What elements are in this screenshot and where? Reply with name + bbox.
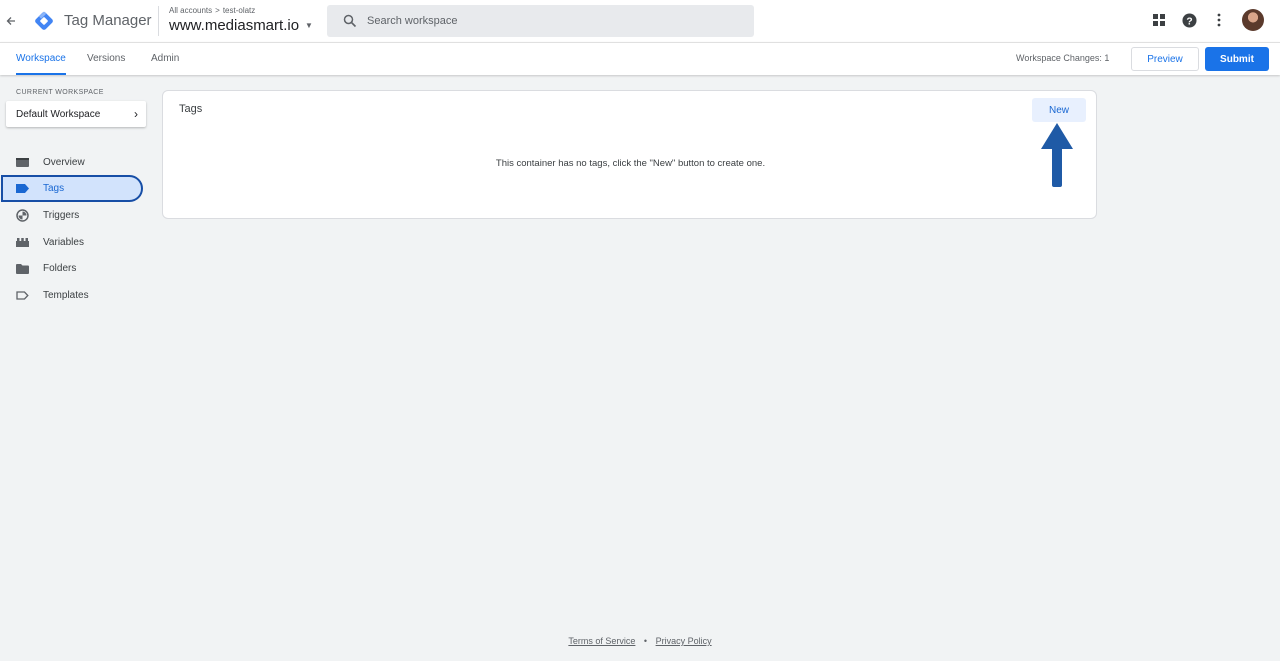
breadcrumb[interactable]: All accounts > test-olatz	[169, 6, 255, 15]
workspace-selector[interactable]: Default Workspace ›	[6, 101, 146, 127]
app-name: Tag Manager	[64, 12, 152, 29]
sidebar-item-label: Variables	[43, 237, 84, 248]
search-input[interactable]	[367, 15, 727, 27]
svg-text:?: ?	[1186, 16, 1192, 27]
annotation-arrow-icon	[1041, 123, 1073, 187]
search-icon	[343, 14, 357, 28]
workspace-changes[interactable]: Workspace Changes: 1	[1016, 53, 1109, 63]
help-icon[interactable]: ?	[1180, 9, 1198, 31]
sidebar-item-overview[interactable]: Overview	[0, 149, 143, 176]
breadcrumb-account[interactable]: test-olatz	[223, 6, 255, 15]
breadcrumb-accounts[interactable]: All accounts	[169, 6, 212, 15]
sidebar-item-templates[interactable]: Templates	[0, 282, 143, 309]
footer: Terms of Service • Privacy Policy	[0, 636, 1280, 646]
more-vert-icon[interactable]	[1210, 9, 1228, 31]
preview-button[interactable]: Preview	[1131, 47, 1199, 71]
tab-versions[interactable]: Versions	[87, 43, 125, 75]
caret-down-icon: ▼	[305, 21, 313, 30]
card-title: Tags	[179, 103, 203, 115]
tab-workspace[interactable]: Workspace	[16, 43, 66, 75]
current-workspace-label: CURRENT WORKSPACE	[16, 89, 104, 96]
sidebar-item-label: Templates	[43, 290, 89, 301]
privacy-policy-link[interactable]: Privacy Policy	[656, 636, 712, 646]
apps-icon[interactable]	[1150, 9, 1168, 31]
template-icon	[16, 289, 29, 302]
footer-separator: •	[643, 636, 648, 646]
tab-admin[interactable]: Admin	[151, 43, 179, 75]
arrow-back-icon[interactable]	[4, 12, 18, 30]
breadcrumb-separator: >	[215, 6, 220, 15]
sidebar-item-folders[interactable]: Folders	[0, 255, 143, 282]
new-tag-button[interactable]: New	[1032, 98, 1086, 122]
sidebar-item-label: Overview	[43, 157, 85, 168]
top-bar: Tag Manager All accounts > test-olatz ww…	[0, 0, 1280, 42]
gtm-logo-icon	[35, 11, 53, 30]
tag-icon	[16, 182, 29, 195]
nav-bar: Workspace Versions Admin Workspace Chang…	[0, 42, 1280, 75]
submit-button[interactable]: Submit	[1205, 47, 1269, 71]
variables-icon	[16, 236, 29, 249]
container-name: www.mediasmart.io	[169, 17, 300, 34]
overview-icon	[16, 156, 29, 169]
sidebar-item-tags[interactable]: Tags	[1, 175, 143, 202]
container-selector[interactable]: www.mediasmart.io ▼	[169, 17, 313, 34]
toolbar-icons: ?	[1150, 9, 1264, 31]
header-divider	[158, 6, 159, 36]
chevron-right-icon: ›	[134, 107, 138, 121]
sidebar-item-variables[interactable]: Variables	[0, 229, 143, 256]
folder-icon	[16, 262, 29, 275]
empty-state-message: This container has no tags, click the "N…	[495, 158, 766, 169]
workspace-name: Default Workspace	[16, 108, 101, 120]
tags-card: Tags New This container has no tags, cli…	[162, 90, 1097, 219]
terms-of-service-link[interactable]: Terms of Service	[568, 636, 635, 646]
sidebar-item-label: Folders	[43, 263, 77, 274]
sidebar-item-label: Triggers	[43, 210, 80, 221]
sidebar-item-triggers[interactable]: Triggers	[0, 202, 143, 229]
search-bar[interactable]	[327, 5, 754, 37]
avatar[interactable]	[1242, 9, 1264, 31]
trigger-icon	[16, 209, 29, 222]
sidebar-item-label: Tags	[43, 183, 65, 194]
